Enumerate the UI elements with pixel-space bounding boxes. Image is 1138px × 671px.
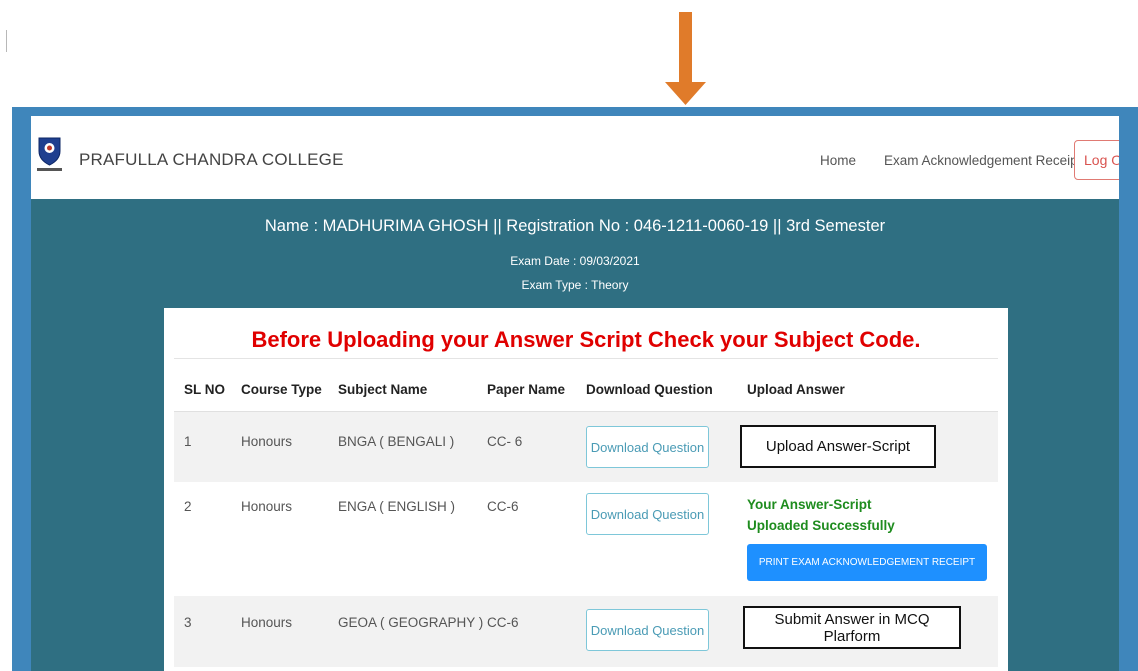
cell-course-type: Honours bbox=[241, 434, 293, 449]
header-subject-name: Subject Name bbox=[338, 382, 428, 397]
navbar: PRAFULLA CHANDRA COLLEGE Home Exam Ackno… bbox=[31, 116, 1119, 199]
table-row: 2 Honours ENGA ( ENGLISH ) CC-6 Download… bbox=[174, 482, 998, 596]
download-question-button[interactable]: Download Question bbox=[586, 493, 709, 535]
download-question-button[interactable]: Download Question bbox=[586, 426, 709, 468]
page-viewport: PRAFULLA CHANDRA COLLEGE Home Exam Ackno… bbox=[31, 116, 1119, 671]
down-arrow-icon bbox=[665, 12, 706, 105]
cell-paper-name: CC-6 bbox=[487, 615, 519, 630]
exam-banner: Name : MADHURIMA GHOSH || Registration N… bbox=[31, 199, 1119, 671]
divider bbox=[174, 358, 998, 359]
download-question-button[interactable]: Download Question bbox=[586, 609, 709, 651]
upload-answer-script-button[interactable]: Upload Answer-Script bbox=[740, 425, 936, 468]
cell-course-type: Honours bbox=[241, 615, 293, 630]
exam-date: Exam Date : 09/03/2021 bbox=[510, 254, 640, 268]
header-course-type: Course Type bbox=[241, 382, 322, 397]
browser-frame: PRAFULLA CHANDRA COLLEGE Home Exam Ackno… bbox=[12, 107, 1138, 671]
header-paper-name: Paper Name bbox=[487, 382, 566, 397]
notice-heading: Before Uploading your Answer Script Chec… bbox=[251, 327, 921, 352]
cell-paper-name: CC-6 bbox=[487, 499, 519, 514]
cell-course-type: Honours bbox=[241, 499, 293, 514]
nav-home-link[interactable]: Home bbox=[820, 153, 856, 168]
cell-sl-no: 3 bbox=[184, 615, 192, 630]
cell-subject-name: BNGA ( BENGALI ) bbox=[338, 434, 455, 449]
success-line-2: Uploaded Successfully bbox=[747, 518, 895, 533]
header-upload-answer: Upload Answer bbox=[747, 382, 845, 397]
cell-paper-name: CC- 6 bbox=[487, 434, 523, 449]
print-acknowledgement-receipt-button[interactable]: PRINT EXAM ACKNOWLEDGEMENT RECEIPT bbox=[747, 544, 987, 581]
cell-sl-no: 1 bbox=[184, 434, 192, 449]
submit-mcq-platform-button[interactable]: Submit Answer in MCQ Plarform bbox=[743, 606, 961, 649]
cell-subject-name: GEOA ( GEOGRAPHY ) bbox=[338, 615, 484, 630]
header-download-question: Download Question bbox=[586, 382, 713, 397]
brand-name[interactable]: PRAFULLA CHANDRA COLLEGE bbox=[79, 150, 344, 170]
student-info-line: Name : MADHURIMA GHOSH || Registration N… bbox=[264, 217, 886, 235]
nav-exam-receipt-link[interactable]: Exam Acknowledgement Receipt bbox=[884, 153, 1081, 168]
cell-subject-name: ENGA ( ENGLISH ) bbox=[338, 499, 456, 514]
upload-success-message: Your Answer-Script Uploaded Successfully bbox=[747, 494, 895, 536]
success-line-1: Your Answer-Script bbox=[747, 497, 872, 512]
subjects-card: Before Uploading your Answer Script Chec… bbox=[164, 308, 1008, 671]
logout-button[interactable]: Log O bbox=[1074, 140, 1119, 180]
table-row: 3 Honours GEOA ( GEOGRAPHY ) CC-6 Downlo… bbox=[174, 596, 998, 667]
exam-type: Exam Type : Theory bbox=[521, 278, 629, 292]
table-row: 1 Honours BNGA ( BENGALI ) CC- 6 Downloa… bbox=[174, 411, 998, 482]
cell-sl-no: 2 bbox=[184, 499, 192, 514]
college-emblem-logo bbox=[37, 137, 62, 171]
header-sl-no: SL NO bbox=[184, 382, 226, 397]
